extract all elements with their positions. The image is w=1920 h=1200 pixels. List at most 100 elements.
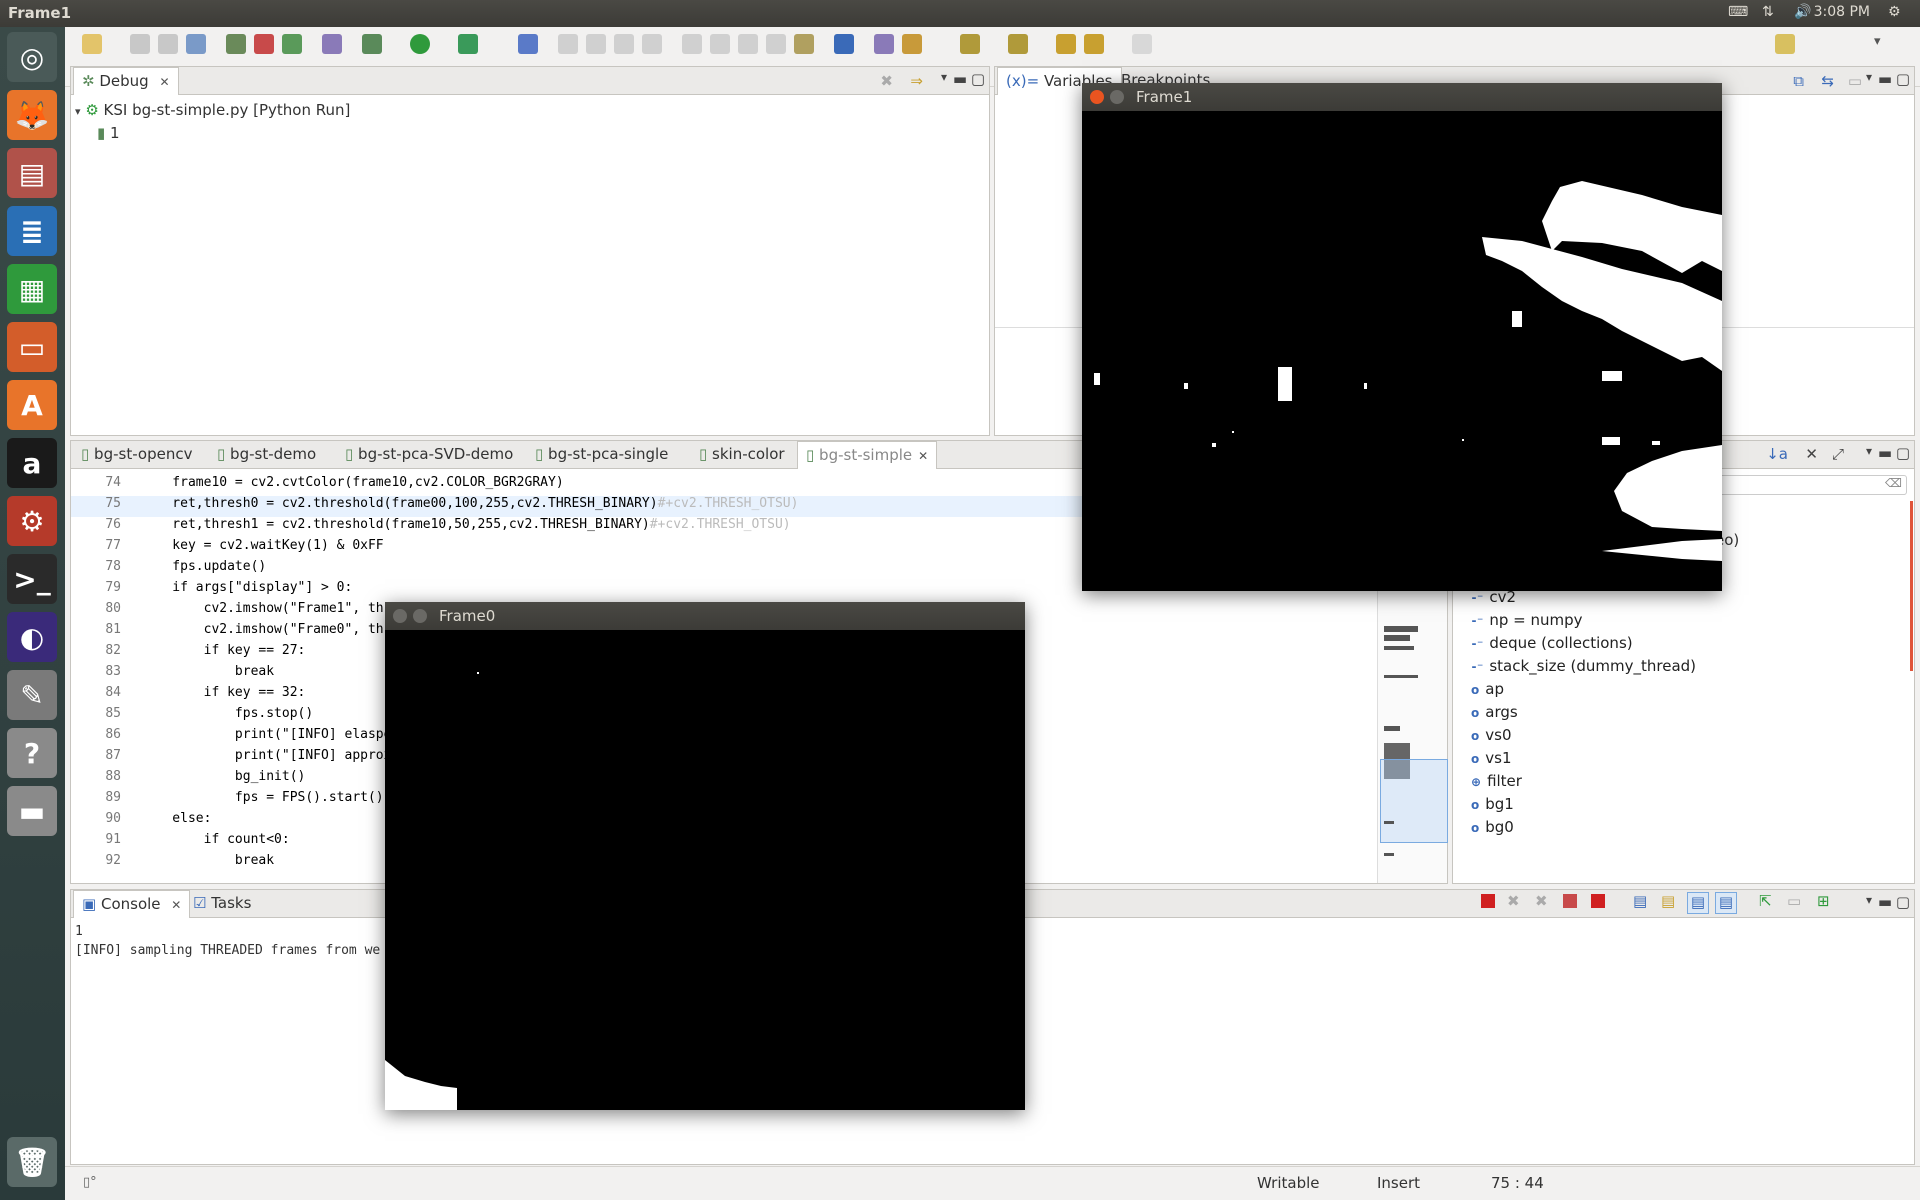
frame1-window[interactable]: Frame1 <box>1082 83 1722 591</box>
close-icon[interactable]: ✕ <box>171 898 181 912</box>
outline-item[interactable]: o vs0 <box>1471 726 1512 749</box>
run-icon[interactable] <box>410 34 430 54</box>
frame0-window[interactable]: Frame0 <box>385 602 1025 1110</box>
disk-icon[interactable]: ▬ <box>7 786 57 836</box>
terminal-icon[interactable]: >_ <box>7 554 57 604</box>
tab-bg-st-simple[interactable]: ▯ bg-st-simple ✕ <box>797 441 938 469</box>
suspend-icon[interactable] <box>586 34 606 54</box>
keyboard-icon[interactable]: ⌨ <box>1728 4 1748 20</box>
save-all-icon[interactable] <box>158 34 178 54</box>
minimize-icon[interactable]: ▬ <box>1878 70 1892 88</box>
sort-icon[interactable]: ↓a <box>1766 445 1788 463</box>
view-menu-icon[interactable]: ▾ <box>1866 70 1872 84</box>
writer-icon[interactable]: ≣ <box>7 206 57 256</box>
minimize-button[interactable] <box>413 609 427 623</box>
debug-tree-thread[interactable]: ▮ 1 <box>97 124 120 142</box>
tab-bg-st-pca-SVD-demo[interactable]: ▯ bg-st-pca-SVD-demo <box>337 441 521 469</box>
remove-launch-icon[interactable]: ✖ <box>1507 892 1520 910</box>
tab-tasks[interactable]: ☑ Tasks <box>185 890 259 918</box>
outline-item[interactable]: ⁃⁻ stack_size (dummy_thread) <box>1471 657 1696 680</box>
last-edit-icon[interactable] <box>1056 34 1076 54</box>
help-icon[interactable]: ? <box>7 728 57 778</box>
skip-breakpoints-icon[interactable] <box>518 34 538 54</box>
code-line[interactable]: 77 key = cv2.waitKey(1) & 0xFF <box>71 538 1091 559</box>
remove-all-icon[interactable]: ✖ <box>1535 892 1548 910</box>
frame0-titlebar[interactable]: Frame0 <box>385 602 1025 630</box>
display-console-icon[interactable]: ▭ <box>1787 892 1801 910</box>
resume-icon[interactable] <box>558 34 578 54</box>
outline-item[interactable]: o bg0 <box>1471 818 1514 841</box>
code-line[interactable]: 78 fps.update() <box>71 559 1091 580</box>
save-icon[interactable] <box>130 34 150 54</box>
eclipse-icon[interactable]: ◐ <box>7 612 57 662</box>
print-icon[interactable] <box>186 34 206 54</box>
close-icon[interactable]: ✕ <box>159 75 169 89</box>
open-type-icon[interactable] <box>322 34 342 54</box>
outline-item[interactable]: o ap <box>1471 680 1504 703</box>
expand-all-icon[interactable]: ⤢ <box>1832 445 1844 463</box>
trash-icon[interactable]: 🗑 <box>7 1137 57 1187</box>
view-menu-icon[interactable]: ▾ <box>1866 444 1872 458</box>
tab-bg-st-opencv[interactable]: ▯ bg-st-opencv <box>73 441 200 469</box>
open-console-icon[interactable]: ⊞ <box>1817 892 1830 910</box>
outline-item[interactable]: ⁃⁻ np = numpy <box>1471 611 1583 634</box>
step-into-icon[interactable] <box>682 34 702 54</box>
ubuntu-icon[interactable]: ◎ <box>7 32 57 82</box>
minimize-icon[interactable]: ▬ <box>1878 893 1892 911</box>
show-on-error-icon[interactable]: ▤ <box>1715 892 1737 914</box>
network-icon[interactable]: ⇅ <box>1762 4 1774 20</box>
python-icon[interactable] <box>834 34 854 54</box>
plugin-icon[interactable] <box>282 34 302 54</box>
new-icon[interactable] <box>82 34 102 54</box>
forward-icon[interactable] <box>1132 34 1152 54</box>
tab-debug[interactable]: ✲ Debug ✕ <box>73 67 179 95</box>
outline-item[interactable]: ⁃⁻ deque (collections) <box>1471 634 1633 657</box>
remove-terminated-icon[interactable]: ✖ <box>880 72 893 90</box>
view-menu-icon[interactable]: ▾ <box>941 70 947 84</box>
outline-item[interactable]: o vs1 <box>1471 749 1512 772</box>
tab-console[interactable]: ▣ Console ✕ <box>73 890 191 918</box>
back-icon[interactable] <box>1084 34 1104 54</box>
step-over-icon[interactable] <box>710 34 730 54</box>
settings-icon[interactable]: ⚙ <box>1888 4 1901 20</box>
show-types-icon[interactable]: ⧉ <box>1793 72 1804 90</box>
files-icon[interactable]: ▤ <box>7 148 57 198</box>
maximize-icon[interactable]: ▢ <box>1896 444 1910 462</box>
clear-console-icon[interactable]: ▤ <box>1633 892 1647 910</box>
scroll-indicator[interactable] <box>1910 501 1913 671</box>
debug-icon[interactable] <box>362 34 382 54</box>
use-step-filters-icon[interactable] <box>794 34 814 54</box>
calc-icon[interactable]: ▦ <box>7 264 57 314</box>
software-center-icon[interactable]: A <box>7 380 57 430</box>
text-editor-icon[interactable]: ✎ <box>7 670 57 720</box>
volume-icon[interactable]: 🔊 <box>1794 4 1811 20</box>
outline-item[interactable]: ⊕ filter <box>1471 772 1522 795</box>
frame1-titlebar[interactable]: Frame1 <box>1082 83 1722 111</box>
code-line[interactable]: 76 ret,thresh1 = cv2.threshold(frame10,5… <box>71 517 1091 538</box>
minimize-button[interactable] <box>1110 90 1124 104</box>
system-settings-icon[interactable]: ⚙ <box>7 496 57 546</box>
search-icon[interactable] <box>902 34 922 54</box>
disconnect-icon[interactable] <box>642 34 662 54</box>
firefox-icon[interactable]: 🦊 <box>7 90 57 140</box>
expand-icon[interactable]: ▾ <box>75 105 81 118</box>
drop-frame-icon[interactable] <box>766 34 786 54</box>
next-annotation-icon[interactable] <box>960 34 980 54</box>
open-perspective-icon[interactable] <box>1775 34 1795 54</box>
close-button[interactable] <box>393 609 407 623</box>
tab-skin-color[interactable]: ▯ skin-color <box>691 441 793 469</box>
amazon-icon[interactable]: a <box>7 438 57 488</box>
outline-item[interactable]: o bg1 <box>1471 795 1514 818</box>
maximize-icon[interactable]: ▢ <box>971 70 985 88</box>
tab-bg-st-pca-single[interactable]: ▯ bg-st-pca-single <box>527 441 676 469</box>
close-icon[interactable]: ✕ <box>918 449 928 463</box>
impress-icon[interactable]: ▭ <box>7 322 57 372</box>
code-line[interactable]: 75 ret,thresh0 = cv2.threshold(frame00,1… <box>71 496 1091 517</box>
terminate-icon[interactable] <box>614 34 634 54</box>
terminate-icon[interactable] <box>1481 894 1495 908</box>
close-button[interactable] <box>1090 90 1104 104</box>
outline-item[interactable]: o args <box>1471 703 1518 726</box>
link-icon[interactable]: ⇒ <box>910 72 923 90</box>
show-on-output-icon[interactable]: ▤ <box>1687 892 1709 914</box>
code-line[interactable]: 79 if args["display"] > 0: <box>71 580 1091 601</box>
